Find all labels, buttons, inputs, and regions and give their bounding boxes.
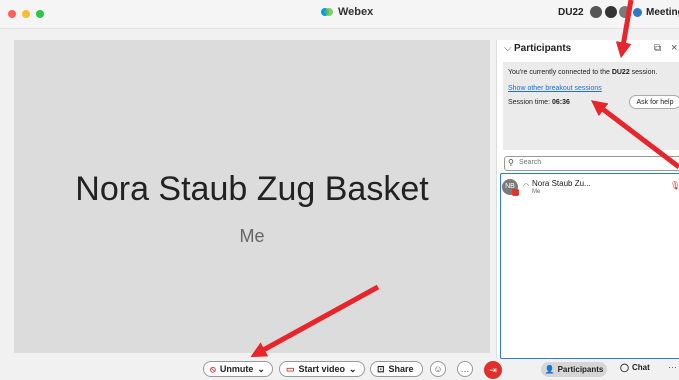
search-icon: ⚲ <box>508 158 514 167</box>
breakout-info-box: You're currently connected to the DU22 s… <box>503 62 679 150</box>
stage-participant-name: Nora Staub Zug Basket <box>75 170 429 208</box>
headset-icon: ◠ <box>523 183 530 190</box>
panel-title: Participants <box>514 43 572 54</box>
chevron-down-icon: ⌄ <box>257 363 265 374</box>
participant-role: Me <box>532 189 541 195</box>
unmute-label: Unmute <box>219 364 254 374</box>
chat-toggle-button[interactable]: ◯ Chat <box>620 363 650 372</box>
panel-header: ⌵ Participants ⧉ × <box>497 40 679 60</box>
chat-icon: ◯ <box>620 363 629 372</box>
chevron-down-icon[interactable]: ⌵ <box>504 43 512 54</box>
recording-icon[interactable] <box>619 6 631 18</box>
ask-for-help-button[interactable]: Ask for help <box>629 95 679 109</box>
share-button[interactable]: ⊡ Share <box>370 361 423 377</box>
webex-logo-icon <box>321 8 333 16</box>
session-code: DU22 <box>558 7 584 18</box>
search-input[interactable] <box>519 157 669 168</box>
close-icon[interactable]: × <box>671 42 677 54</box>
status-icon[interactable] <box>590 6 602 18</box>
reactions-icon: ☺ <box>433 364 443 374</box>
session-time: Session time: 06:36 <box>508 99 570 106</box>
participant-search[interactable]: ⚲ <box>504 156 679 171</box>
meeting-info-label: Meeting Info <box>646 7 679 18</box>
app-title: Webex <box>320 6 373 18</box>
unmute-button[interactable]: ⦸ Unmute ⌄ <box>203 361 273 377</box>
app-title-text: Webex <box>338 6 374 18</box>
chat-toggle-label: Chat <box>631 363 650 372</box>
network-icon[interactable] <box>605 6 617 18</box>
mic-muted-icon: 🎙 <box>670 181 679 190</box>
minimize-window-button[interactable] <box>22 10 30 18</box>
chevron-down-icon: ⌄ <box>349 363 357 374</box>
participant-name: Nora Staub Zu... <box>532 179 591 188</box>
participants-panel: ⌵ Participants ⧉ × You're currently conn… <box>496 40 679 359</box>
zoom-window-button[interactable] <box>36 10 44 18</box>
leave-icon: ⇥ <box>489 365 497 375</box>
popout-icon[interactable]: ⧉ <box>654 43 661 54</box>
mic-muted-icon: ⦸ <box>210 363 216 374</box>
webex-window: Webex DU22 Meeting Info Nora Staub Zug B… <box>0 0 679 380</box>
breakout-info-text: You're currently connected to the DU22 s… <box>508 69 658 76</box>
participant-row[interactable]: NB ◠ Nora Staub Zu... Me 🎙 <box>502 176 679 198</box>
start-video-button[interactable]: ▭ Start video ⌄ <box>279 361 365 377</box>
participant-list: NB ◠ Nora Staub Zu... Me 🎙 <box>497 176 679 356</box>
reactions-button[interactable]: ☺ <box>430 361 446 377</box>
video-stage: Nora Staub Zug Basket Me <box>14 40 490 353</box>
share-label: Share <box>388 364 414 374</box>
avatar-badge-icon <box>512 189 519 196</box>
more-icon[interactable]: ··· <box>668 362 677 372</box>
participants-toggle-label: Participants <box>557 365 604 374</box>
more-icon: … <box>460 364 470 374</box>
video-off-icon: ▭ <box>286 363 295 374</box>
more-options-button[interactable]: … <box>457 361 473 377</box>
meeting-info-button[interactable]: Meeting Info <box>633 7 679 18</box>
leave-button[interactable]: ⇥ <box>484 361 502 379</box>
start-video-label: Start video <box>298 364 346 374</box>
participants-icon: 👤 <box>544 365 555 374</box>
share-icon: ⊡ <box>377 363 385 374</box>
meeting-toolbar: ⦸ Unmute ⌄ ▭ Start video ⌄ ⊡ Share ☺ … ⇥… <box>0 358 679 380</box>
participants-toggle-button[interactable]: 👤 Participants <box>541 362 607 377</box>
show-breakout-sessions-link[interactable]: Show other breakout sessions <box>508 85 602 92</box>
shield-icon <box>633 8 642 17</box>
title-bar: Webex DU22 Meeting Info <box>0 0 679 29</box>
stage-participant-subtitle: Me <box>239 226 265 246</box>
close-window-button[interactable] <box>8 10 16 18</box>
